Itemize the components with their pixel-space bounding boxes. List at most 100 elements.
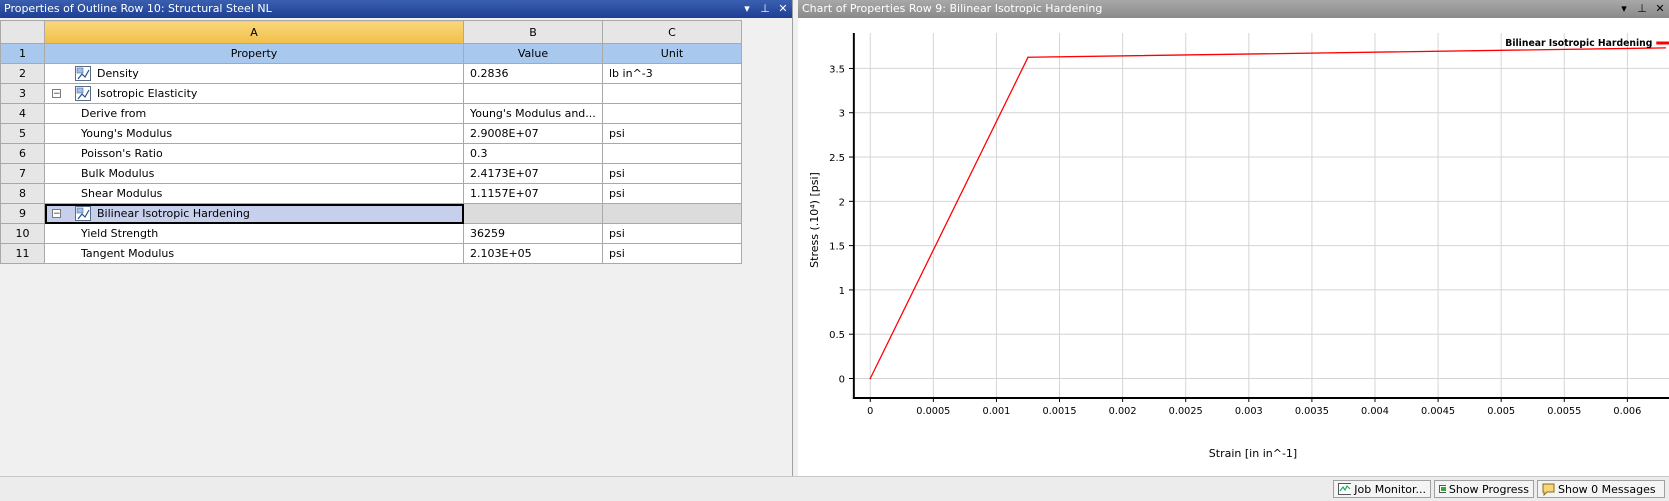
unit-cell[interactable] bbox=[602, 83, 742, 104]
show-progress-button[interactable]: Show Progress bbox=[1434, 480, 1534, 498]
value-cell[interactable]: 36259 bbox=[463, 223, 603, 244]
value-cell[interactable]: Young's Modulus and... bbox=[463, 103, 603, 124]
value-cell[interactable]: 1.1157E+07 bbox=[463, 183, 603, 204]
close-icon[interactable]: ✕ bbox=[1653, 0, 1667, 18]
x-tick-label: 0.006 bbox=[1613, 406, 1641, 417]
data-point bbox=[1027, 56, 1029, 59]
property-cell[interactable]: − Bilinear Isotropic Hardening bbox=[44, 203, 464, 224]
property-cell[interactable]: Poisson's Ratio bbox=[44, 143, 464, 164]
panel-menu-icon[interactable]: ▾ bbox=[1617, 0, 1631, 18]
property-cell[interactable]: Tangent Modulus bbox=[44, 243, 464, 264]
y-tick-label: 1.5 bbox=[829, 242, 845, 253]
value-cell[interactable] bbox=[463, 83, 603, 104]
value-cell[interactable] bbox=[463, 203, 603, 224]
panel-menu-icon[interactable]: ▾ bbox=[740, 0, 754, 18]
pin-icon[interactable]: ⊥ bbox=[1635, 0, 1649, 18]
properties-panel-title: Properties of Outline Row 10: Structural… bbox=[4, 2, 272, 15]
status-bar: Job Monitor... Show Progress Show 0 Mess… bbox=[0, 476, 1669, 501]
collapse-icon[interactable]: − bbox=[52, 89, 61, 99]
property-name: Density bbox=[97, 67, 139, 80]
row-number[interactable]: 5 bbox=[0, 123, 45, 144]
x-tick-label: 0.004 bbox=[1361, 406, 1389, 417]
property-name: Bulk Modulus bbox=[81, 167, 155, 180]
value-cell[interactable]: 0.3 bbox=[463, 143, 603, 164]
table-row[interactable]: 7 Bulk Modulus 2.4173E+07 psi bbox=[0, 163, 742, 184]
x-axis-label: Strain [in in^-1] bbox=[1209, 447, 1297, 460]
value-cell[interactable]: 2.9008E+07 bbox=[463, 123, 603, 144]
y-tick-label: 0 bbox=[839, 375, 845, 386]
property-cell[interactable]: Shear Modulus bbox=[44, 183, 464, 204]
legend-label: Bilinear Isotropic Hardening bbox=[1505, 38, 1652, 49]
unit-cell[interactable]: psi bbox=[602, 183, 742, 204]
x-tick-label: 0.001 bbox=[983, 406, 1011, 417]
table-row[interactable]: 11 Tangent Modulus 2.103E+05 psi bbox=[0, 243, 742, 264]
row-number[interactable]: 8 bbox=[0, 183, 45, 204]
unit-cell[interactable]: psi bbox=[602, 163, 742, 184]
plot-group: 0 0.0005 0.001 0.0015 0.002 0.0025 0.003 0.0035… bbox=[848, 33, 1669, 417]
x-tick-label: 0.003 bbox=[1235, 406, 1263, 417]
column-header-c[interactable]: C bbox=[602, 20, 742, 44]
table-row[interactable]: 5 Young's Modulus 2.9008E+07 psi bbox=[0, 123, 742, 144]
property-cell[interactable]: − Isotropic Elasticity bbox=[44, 83, 464, 104]
table-row[interactable]: 2 Density 0.2836 lb in^-3 bbox=[0, 63, 742, 84]
value-cell[interactable]: 0.2836 bbox=[463, 63, 603, 84]
unit-cell[interactable]: lb in^-3 bbox=[602, 63, 742, 84]
y-tick-label: 0.5 bbox=[829, 330, 845, 341]
job-monitor-icon bbox=[1338, 483, 1352, 495]
x-tick-label: 0.0025 bbox=[1169, 406, 1203, 417]
unit-header: Unit bbox=[602, 43, 742, 64]
x-tick-label: 0.0035 bbox=[1295, 406, 1329, 417]
column-header-b[interactable]: B bbox=[463, 20, 603, 44]
chart-area[interactable]: 0 0.0005 0.001 0.0015 0.002 0.0025 0.003 0.0035… bbox=[798, 20, 1669, 476]
row-number[interactable]: 1 bbox=[0, 43, 45, 64]
row-number[interactable]: 10 bbox=[0, 223, 45, 244]
property-name: Derive from bbox=[81, 107, 147, 120]
unit-cell[interactable]: psi bbox=[602, 243, 742, 264]
row-number[interactable]: 2 bbox=[0, 63, 45, 84]
value-cell[interactable]: 2.103E+05 bbox=[463, 243, 603, 264]
close-icon[interactable]: ✕ bbox=[776, 0, 790, 18]
table-row[interactable]: 3− Isotropic Elasticity bbox=[0, 83, 742, 104]
x-tick-label: 0.0015 bbox=[1043, 406, 1077, 417]
property-cell[interactable]: Derive from bbox=[44, 103, 464, 124]
table-row[interactable]: 4 Derive from Young's Modulus and... bbox=[0, 103, 742, 124]
y-tick-label: 2 bbox=[839, 197, 845, 208]
material-icon bbox=[75, 206, 97, 221]
property-cell[interactable]: Bulk Modulus bbox=[44, 163, 464, 184]
corner-cell[interactable] bbox=[0, 20, 45, 44]
show-messages-label: Show 0 Messages bbox=[1558, 482, 1656, 496]
job-monitor-button[interactable]: Job Monitor... bbox=[1333, 480, 1431, 498]
property-cell[interactable]: Yield Strength bbox=[44, 223, 464, 244]
x-tick-label: 0 bbox=[867, 406, 873, 417]
row-number[interactable]: 9 bbox=[0, 203, 45, 224]
property-name: Yield Strength bbox=[81, 227, 159, 240]
property-name: Young's Modulus bbox=[81, 127, 173, 140]
unit-cell[interactable]: psi bbox=[602, 223, 742, 244]
table-row[interactable]: 10 Yield Strength 36259 psi bbox=[0, 223, 742, 244]
unit-cell[interactable] bbox=[602, 203, 742, 224]
row-number[interactable]: 6 bbox=[0, 143, 45, 164]
table-row[interactable]: 8 Shear Modulus 1.1157E+07 psi bbox=[0, 183, 742, 204]
row-number[interactable]: 7 bbox=[0, 163, 45, 184]
table-row[interactable]: 9− Bilinear Isotropic Hardening bbox=[0, 203, 742, 224]
material-icon bbox=[75, 86, 97, 101]
pin-icon[interactable]: ⊥ bbox=[758, 0, 772, 18]
column-header-a[interactable]: A bbox=[44, 20, 464, 44]
row-number[interactable]: 3 bbox=[0, 83, 45, 104]
unit-cell[interactable] bbox=[602, 143, 742, 164]
unit-cell[interactable]: psi bbox=[602, 123, 742, 144]
property-cell[interactable]: Young's Modulus bbox=[44, 123, 464, 144]
row-number[interactable]: 4 bbox=[0, 103, 45, 124]
value-cell[interactable]: 2.4173E+07 bbox=[463, 163, 603, 184]
row-number[interactable]: 11 bbox=[0, 243, 45, 264]
property-cell[interactable]: Density bbox=[44, 63, 464, 84]
plot-area[interactable] bbox=[853, 33, 1669, 398]
x-tick-label: 0.002 bbox=[1109, 406, 1137, 417]
stress-strain-chart[interactable]: 0 0.0005 0.001 0.0015 0.002 0.0025 0.003 0.0035… bbox=[798, 20, 1669, 476]
table-row[interactable]: 6 Poisson's Ratio 0.3 bbox=[0, 143, 742, 164]
unit-cell[interactable] bbox=[602, 103, 742, 124]
show-messages-button[interactable]: Show 0 Messages bbox=[1537, 480, 1665, 498]
chart-panel-title: Chart of Properties Row 9: Bilinear Isot… bbox=[802, 2, 1103, 15]
collapse-icon[interactable]: − bbox=[52, 209, 61, 219]
property-header-row: 1 Property Value Unit bbox=[0, 43, 742, 64]
